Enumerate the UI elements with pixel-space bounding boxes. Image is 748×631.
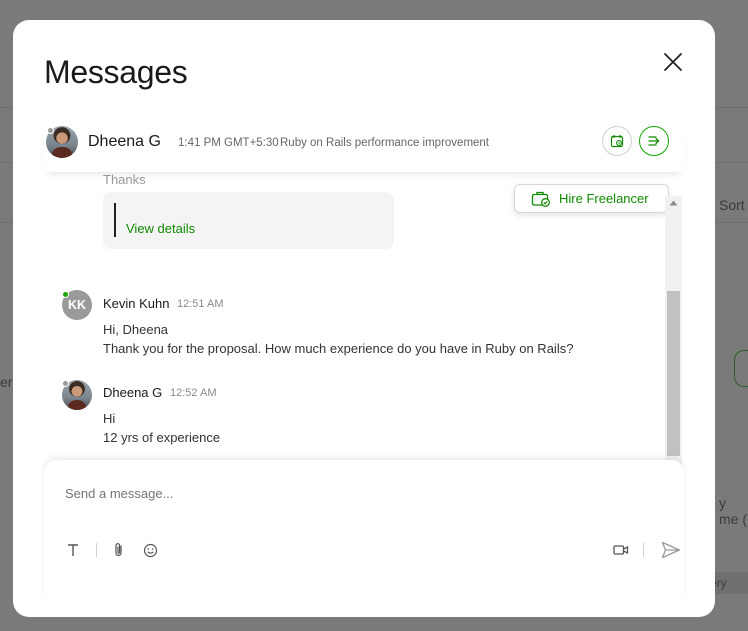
bg-text-fragment: er — [0, 374, 13, 390]
thread-header: Dheena G 1:41 PM GMT+5:30 Ruby on Rails … — [44, 120, 684, 172]
briefcase-check-icon — [531, 191, 550, 207]
messages-modal: Messages Dheena G 1:41 PM GMT+5:30 Ruby … — [13, 20, 715, 617]
text-format-icon[interactable] — [64, 541, 82, 559]
bg-text-fragment: y me ( — [719, 495, 747, 527]
view-details-link[interactable]: View details — [126, 221, 195, 236]
message-time: 12:51 AM — [177, 298, 224, 310]
message-input[interactable] — [65, 486, 465, 501]
previous-message-text: Thanks — [103, 172, 146, 187]
conversation-scrollbar[interactable] — [665, 196, 682, 478]
scroll-up-icon[interactable] — [669, 198, 678, 207]
modal-title: Messages — [44, 54, 188, 90]
hire-freelancer-button[interactable]: Hire Freelancer — [514, 184, 669, 213]
emoji-icon[interactable] — [141, 541, 159, 559]
message-text: Thank you for the proposal. How much exp… — [103, 341, 574, 356]
collapse-panel-icon[interactable] — [639, 126, 669, 156]
message-time: 12:52 AM — [170, 387, 217, 399]
thread-time: 1:41 PM GMT+5:30 — [178, 137, 279, 149]
card-accent-bar — [114, 203, 116, 237]
bg-sort-text: Sort — [719, 197, 745, 213]
message-text: Hi, Dheena — [103, 322, 169, 337]
toolbar-divider — [643, 543, 644, 557]
bg-button — [734, 350, 748, 387]
message-composer — [44, 460, 684, 600]
presence-dot — [47, 127, 54, 134]
video-icon[interactable] — [612, 541, 630, 559]
message-sender: Kevin Kuhn — [103, 296, 170, 311]
presence-dot — [62, 380, 69, 387]
presence-dot — [62, 291, 69, 298]
calendar-clock-icon[interactable] — [602, 126, 632, 156]
toolbar-divider — [96, 543, 97, 557]
conversation-area: Thanks View details Hire Freelancer KK K… — [44, 172, 684, 478]
thread-contact-name: Dheena G — [88, 133, 161, 150]
proposal-card: View details — [103, 192, 394, 249]
send-icon[interactable] — [660, 540, 682, 560]
close-icon[interactable] — [661, 50, 685, 74]
thread-topic: Ruby on Rails performance improvement — [280, 137, 490, 149]
message-sender: Dheena G — [103, 385, 163, 400]
hire-freelancer-label: Hire Freelancer — [559, 191, 649, 206]
message-text: 12 yrs of experience — [103, 430, 221, 445]
scrollbar-thumb[interactable] — [667, 291, 680, 456]
paperclip-icon[interactable] — [110, 541, 128, 559]
message-text: Hi — [103, 411, 116, 426]
